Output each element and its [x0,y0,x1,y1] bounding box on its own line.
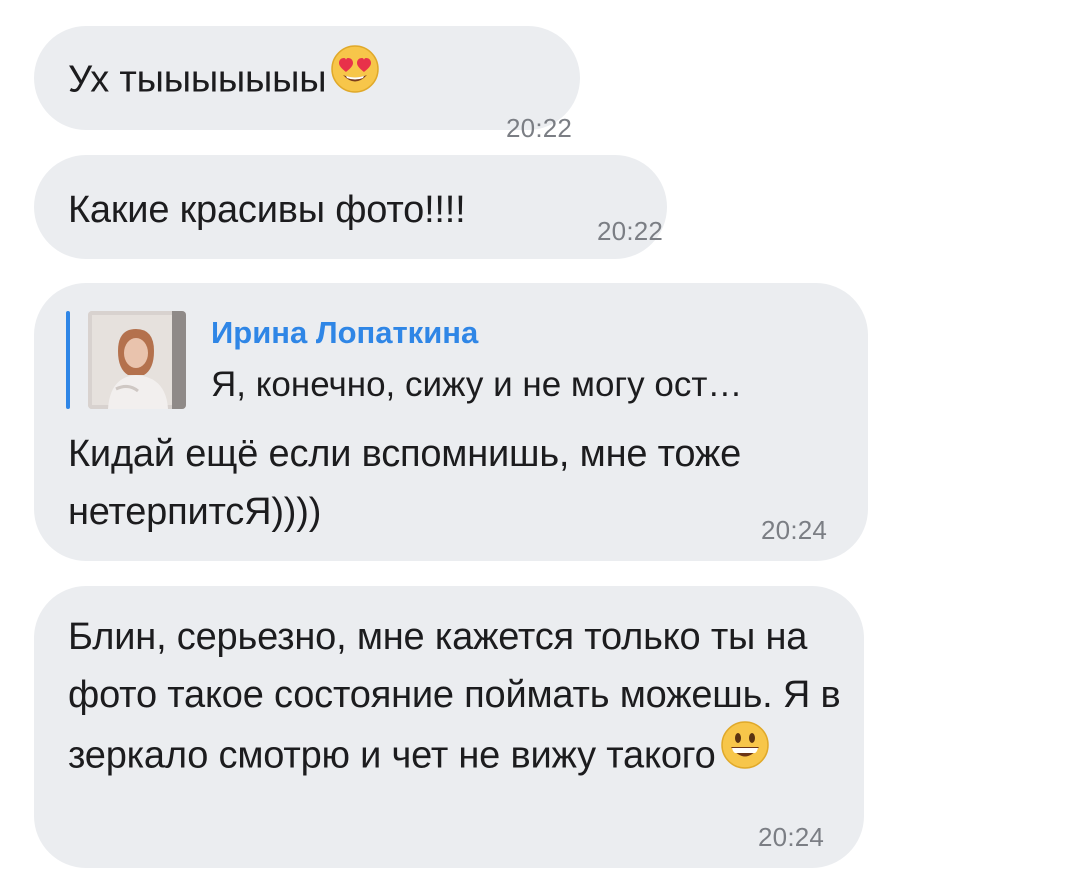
message-text: Кидай ещё если вспомнишь, мне тоже нетер… [68,433,742,533]
reply-snippet: Я, конечно, сижу и не могу ост… [211,365,743,404]
reply-quote[interactable]: Ирина Лопаткина Я, конечно, сижу и не мо… [66,311,826,409]
message-bubble[interactable]: Какие красивы фото!!!! 20:22 [34,155,667,259]
portrait-photo-thumbnail [88,311,186,409]
message-time: 20:24 [761,515,828,545]
message-text: Ух тыыыыыыы [68,45,380,115]
message-bubble[interactable]: Блин, серьезно, мне кажется только ты на… [34,586,864,868]
reply-author-name: Ирина Лопаткина [211,315,479,350]
message-text: Блин, серьезно, мне кажется только ты на… [68,608,848,791]
grinning-face-emoji-icon [720,720,770,787]
message-time: 20:22 [597,216,664,246]
message-time: 20:22 [506,113,573,143]
message-time: 20:24 [758,822,825,852]
message-bubble[interactable]: Ух тыыыыыыы 20:22 [34,26,580,143]
heart-eyes-emoji-icon [330,44,380,111]
message-text-content: Ух тыыыыыыы [68,58,327,101]
reply-accent-bar [66,311,70,409]
message-text: Какие красивы фото!!!! [68,189,466,231]
message-bubble[interactable]: Ирина Лопаткина Я, конечно, сижу и не мо… [34,283,868,561]
